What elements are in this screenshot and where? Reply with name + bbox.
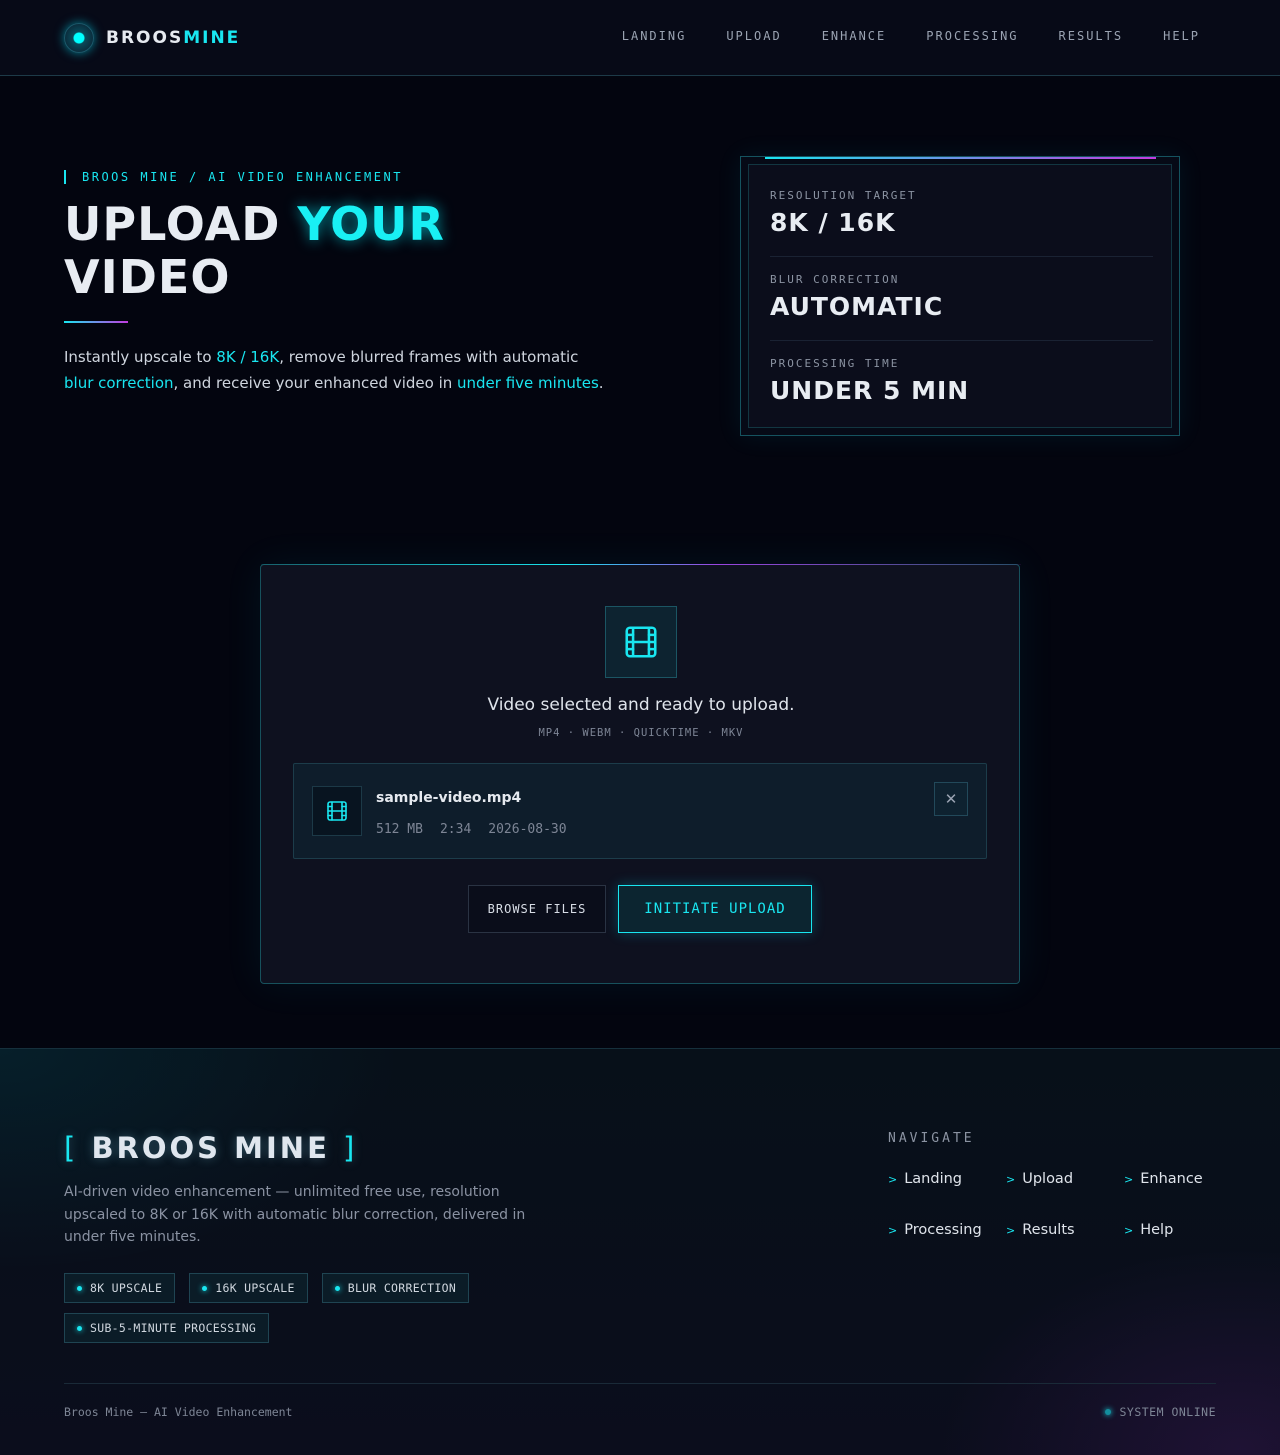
stat-divider [770,340,1153,341]
stat-label: RESOLUTION TARGET [770,189,917,202]
hero-description: Instantly upscale to 8K / 16K, remove bl… [64,348,604,392]
chevron-right-icon: > [1124,1223,1134,1237]
upload-status-text: Video selected and ready to upload. [487,695,795,715]
feature-tags: 8K UPSCALE 16K UPSCALE BLUR CORRECTION S… [64,1273,524,1343]
feature-tag: 8K UPSCALE [64,1273,176,1303]
file-name: sample-video.mp4 [376,790,522,806]
upload-dropzone[interactable]: Video selected and ready to upload. MP4 … [260,564,1021,984]
upload-accent-line [261,564,1021,565]
stat-label: BLUR CORRECTION [770,273,900,286]
stat-divider [770,256,1153,257]
footer-link-processing[interactable]: > Processing [888,1222,1006,1238]
footer-link-help[interactable]: > Help [1124,1222,1218,1238]
file-film-icon [312,786,362,836]
footer-nav: > Landing > Upload > Enhance > Processing > R… [888,1171,1218,1238]
feature-tag: 16K UPSCALE [189,1273,308,1303]
chevron-right-icon: > [1006,1223,1016,1237]
hero-eyebrow: BROOS MINE / AI VIDEO ENHANCEMENT [64,170,403,184]
footer: [ BROOS MINE ] AI-driven video enhanceme… [0,1048,1280,1455]
chevron-right-icon: > [1124,1172,1134,1186]
supported-formats: MP4 · WEBM · QUICKTIME · MKV [538,727,744,739]
footer-brand: [ BROOS MINE ] [64,1131,358,1165]
dot-icon [77,1325,82,1331]
footer-link-results[interactable]: > Results [1006,1222,1124,1238]
logo-orb-icon [64,23,94,53]
system-status: SYSTEM ONLINE [1105,1405,1216,1419]
stat-value: 8K / 16K [770,208,896,237]
footer-description: AI-driven video enhancement — unlimited … [64,1184,526,1245]
file-duration: 2:34 [439,822,472,837]
chevron-right-icon: > [1006,1172,1016,1186]
file-size: 512 MB [376,822,423,837]
dot-icon [202,1285,208,1291]
file-date: 2026-08-30 [488,822,567,837]
footer-nav-heading: NAVIGATE [888,1131,975,1146]
nav-link-upload[interactable]: UPLOAD [726,29,781,43]
nav-link-processing[interactable]: PROCESSING [926,29,1018,43]
brand-name: BROOSMINE [106,28,241,48]
stat-processing-time: PROCESSING TIME UNDER 5 MIN [770,357,1153,405]
initiate-upload-button[interactable]: INITIATE UPLOAD [618,885,812,933]
close-icon: ✕ [944,790,958,808]
stat-value: UNDER 5 MIN [770,376,970,405]
status-dot-icon [1105,1409,1112,1415]
chevron-right-icon: > [888,1223,898,1237]
nav-links: LANDING UPLOAD ENHANCE PROCESSING RESULT… [622,29,1200,43]
title-underline [64,321,128,323]
footer-divider [64,1383,1216,1384]
dot-icon [77,1285,82,1291]
stats-card: RESOLUTION TARGET 8K / 16K BLUR CORRECTI… [740,156,1180,436]
page-title: UPLOAD YOUR VIDEO [64,197,445,304]
nav-link-enhance[interactable]: ENHANCE [822,29,887,43]
stat-resolution: RESOLUTION TARGET 8K / 16K [770,189,1153,237]
top-nav: BROOSMINE LANDING UPLOAD ENHANCE PROCESS… [0,0,1280,76]
nav-link-results[interactable]: RESULTS [1059,29,1124,43]
stats-panel: RESOLUTION TARGET 8K / 16K BLUR CORRECTI… [748,164,1172,428]
feature-tag: BLUR CORRECTION [321,1273,470,1303]
stat-label: PROCESSING TIME [770,357,900,370]
dot-icon [334,1285,340,1291]
footer-link-enhance[interactable]: > Enhance [1124,1171,1218,1187]
file-meta: 512 MB 2:34 2026-08-30 [376,822,567,837]
browse-files-button[interactable]: BROWSE FILES [468,885,606,933]
copyright-text: Broos Mine — AI Video Enhancement [64,1405,293,1419]
stats-accent-line [765,157,1156,159]
nav-link-landing[interactable]: LANDING [622,29,687,43]
nav-link-help[interactable]: HELP [1163,29,1200,43]
footer-link-landing[interactable]: > Landing [888,1171,1006,1187]
brand-logo[interactable]: BROOSMINE [64,22,240,54]
remove-file-button[interactable]: ✕ [934,782,968,816]
stat-value: AUTOMATIC [770,292,944,321]
film-icon [605,606,677,678]
feature-tag: SUB-5-MINUTE PROCESSING [64,1313,270,1343]
selected-file-card: sample-video.mp4 512 MB 2:34 2026-08-30 … [293,763,987,859]
stat-blur: BLUR CORRECTION AUTOMATIC [770,273,1153,321]
footer-link-upload[interactable]: > Upload [1006,1171,1124,1187]
chevron-right-icon: > [888,1172,898,1186]
